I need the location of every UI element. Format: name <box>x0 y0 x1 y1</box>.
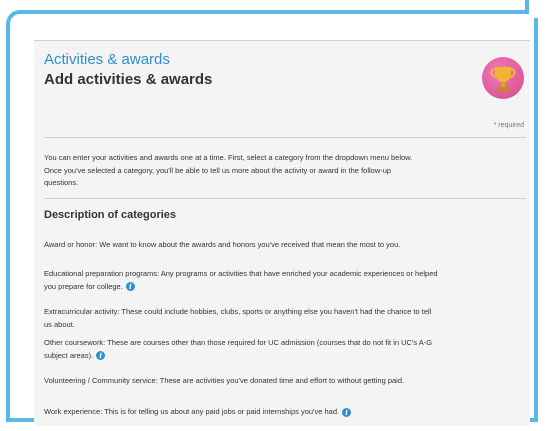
info-icon[interactable]: i <box>96 351 106 361</box>
frame-corner <box>525 0 529 14</box>
category-text: Volunteering / Community service: These … <box>44 376 405 385</box>
required-note: * required <box>493 122 524 129</box>
info-icon[interactable]: i <box>125 282 135 292</box>
intro-text: You can enter your activities and awards… <box>44 153 413 187</box>
category-work-experience: Work experience: This is for telling us … <box>44 406 439 419</box>
category-text: Extracurricular activity: These could in… <box>44 307 432 329</box>
category-volunteering: Volunteering / Community service: These … <box>44 375 439 388</box>
section-heading: Activities & awards <box>44 51 170 68</box>
description-heading: Description of categories <box>44 209 177 221</box>
divider <box>44 137 526 138</box>
category-educational-prep: Educational preparation programs: Any pr… <box>44 268 439 293</box>
activities-panel: Activities & awards Add activities & awa… <box>34 40 530 426</box>
category-other-coursework: Other coursework: These are courses othe… <box>44 337 439 362</box>
info-icon[interactable]: i <box>342 407 352 417</box>
category-extracurricular: Extracurricular activity: These could in… <box>44 306 439 331</box>
category-award: Award or honor: We want to know about th… <box>44 239 439 252</box>
category-text: Educational preparation programs: Any pr… <box>44 269 438 291</box>
trophy-icon <box>482 57 524 99</box>
divider <box>44 198 526 199</box>
page-title: Add activities & awards <box>44 71 213 88</box>
category-text: Work experience: This is for telling us … <box>44 407 340 416</box>
category-text: Award or honor: We want to know about th… <box>44 240 401 249</box>
